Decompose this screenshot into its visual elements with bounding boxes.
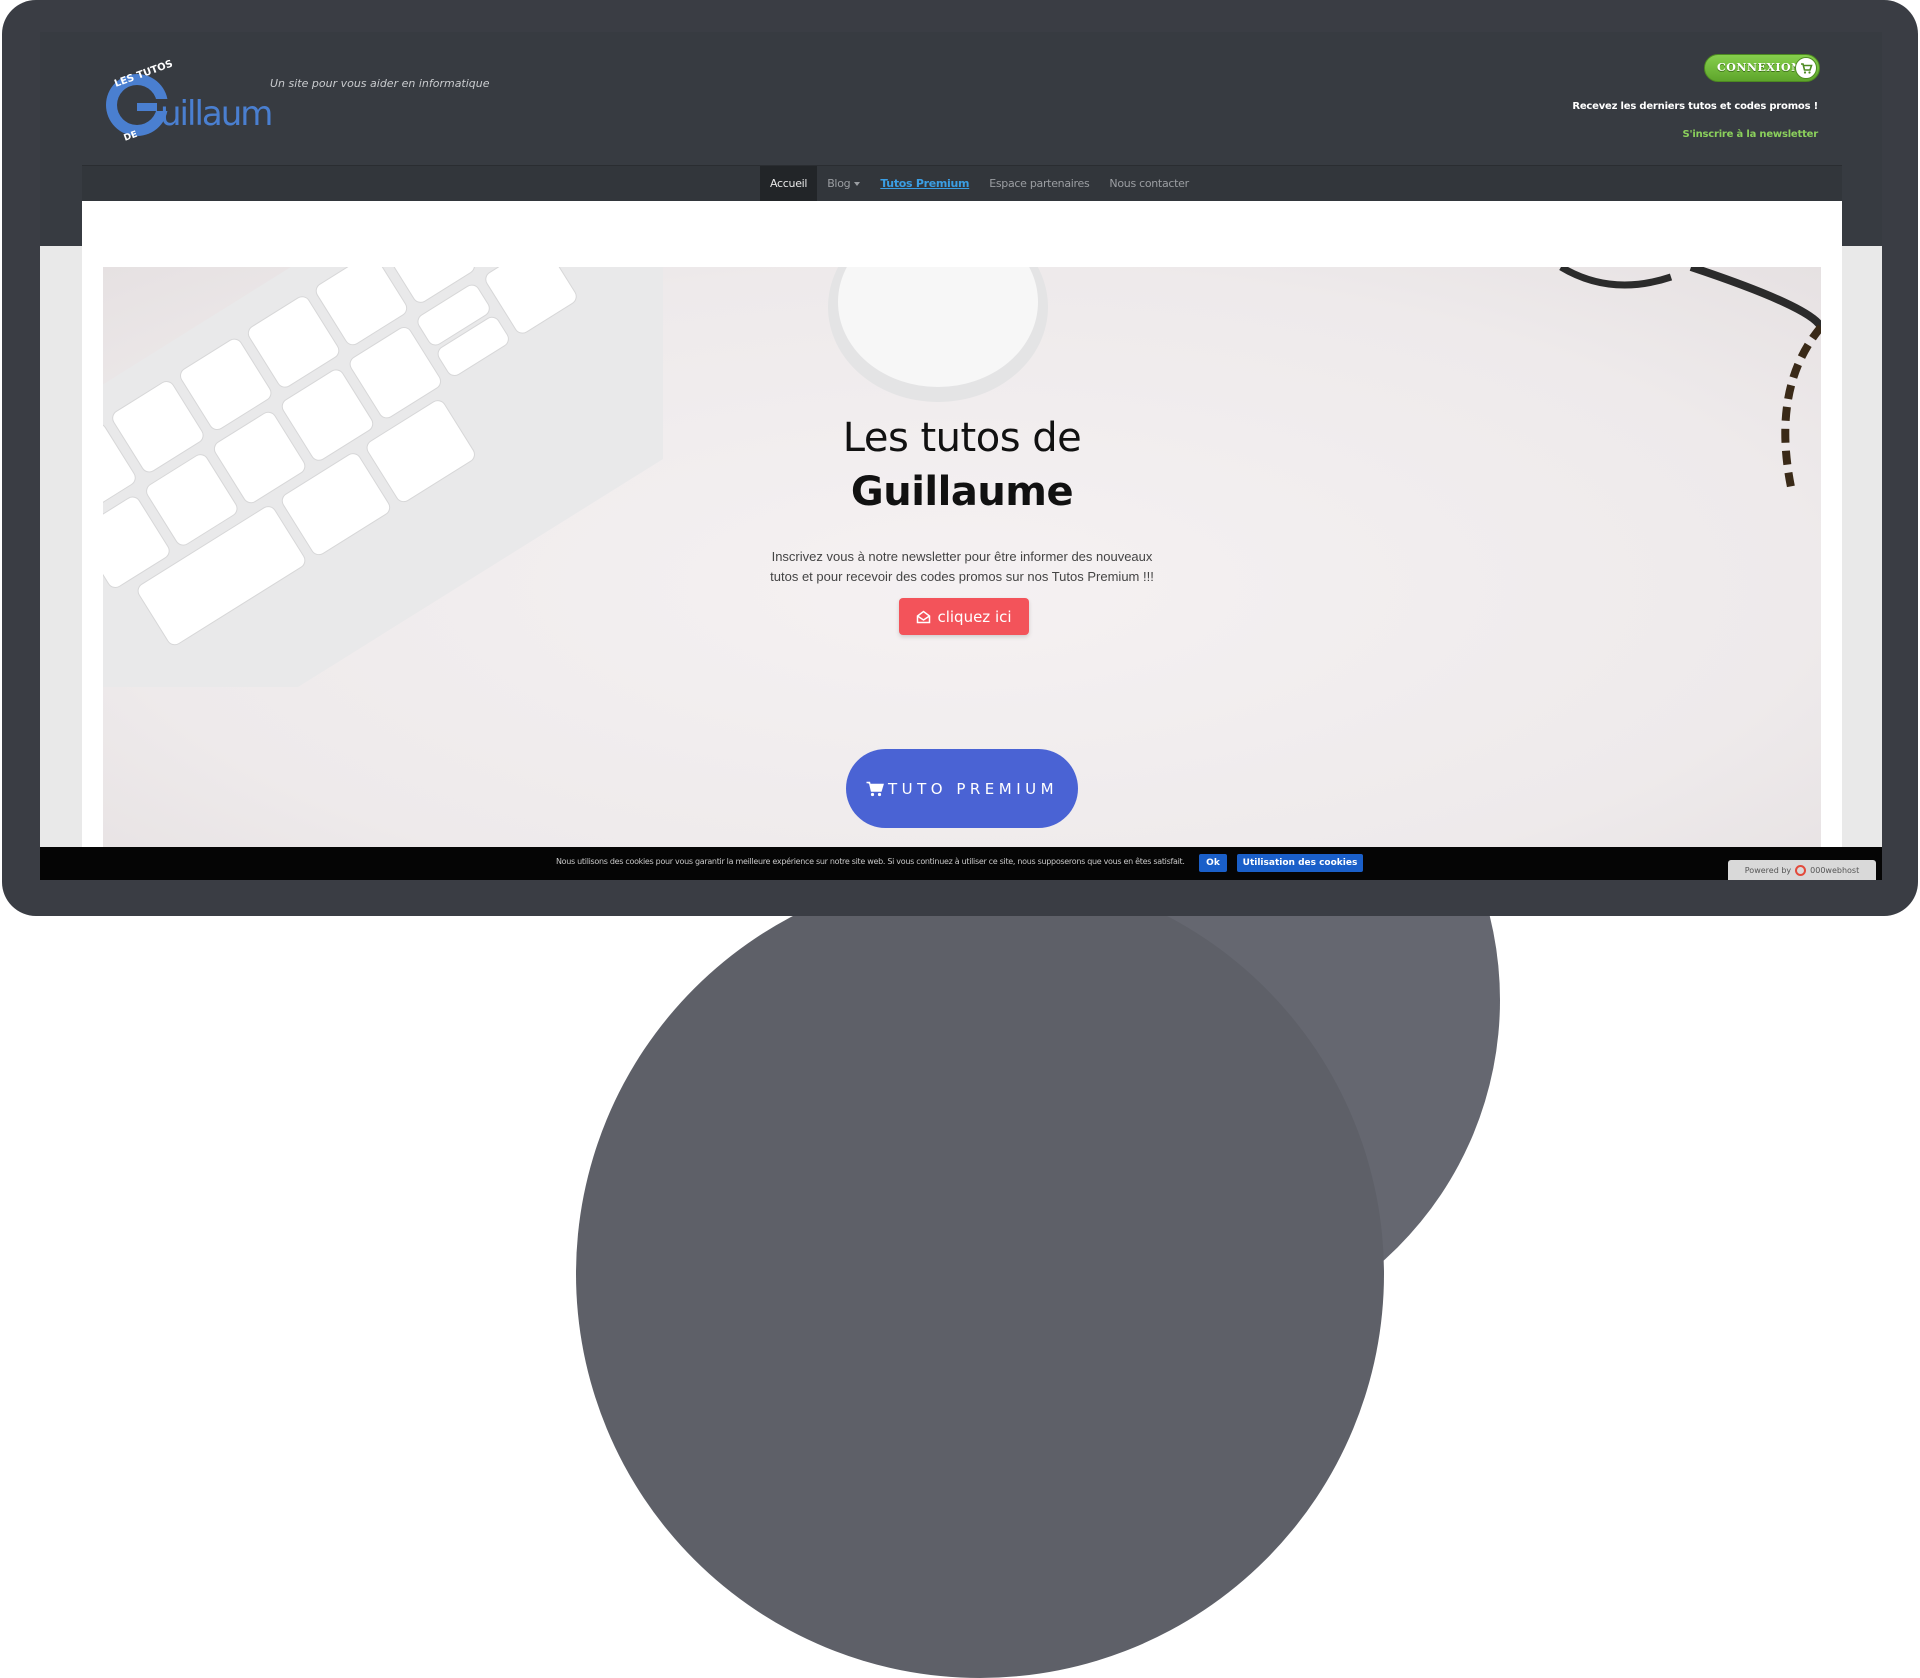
nav-item-blog-label: Blog — [827, 177, 851, 190]
connexion-label: CONNEXION — [1717, 61, 1802, 74]
tuto-premium-button[interactable]: TUTO PREMIUM — [846, 749, 1078, 828]
shopping-cart-icon — [866, 781, 884, 796]
hero-title-line1: Les tutos de — [842, 415, 1082, 461]
hero-description: Inscrivez vous à notre newsletter pour ê… — [770, 549, 1154, 584]
powered-by-badge[interactable]: Powered by 000webhost — [1728, 860, 1876, 880]
main-nav: Accueil Blog Tutos Premium Espace parten… — [82, 165, 1842, 202]
svg-text:uillaume: uillaume — [160, 94, 272, 134]
hero-banner: Les tutos de Guillaume Inscrivez vous à … — [103, 267, 1821, 880]
connexion-button[interactable]: CONNEXION — [1704, 54, 1820, 82]
envelope-open-icon — [917, 610, 931, 623]
nav-item-nous-contacter[interactable]: Nous contacter — [1099, 166, 1198, 202]
monitor-frame: uillaume LES TUTOS DE Un site pour vous … — [2, 0, 1918, 916]
newsletter-cta-label: cliquez ici — [937, 607, 1012, 626]
site-logo[interactable]: uillaume LES TUTOS DE — [102, 59, 272, 144]
nav-item-espace-partenaires[interactable]: Espace partenaires — [979, 166, 1099, 202]
mouse-image — [828, 267, 1048, 402]
nav-item-tutos-premium[interactable]: Tutos Premium — [870, 166, 979, 202]
glasses-image — [1559, 267, 1821, 488]
cookie-policy-button[interactable]: Utilisation des cookies — [1237, 854, 1363, 872]
newsletter-text: Recevez les derniers tutos et codes prom… — [1572, 101, 1818, 112]
cookie-ok-button[interactable]: Ok — [1199, 854, 1227, 872]
cookie-banner: Nous utilisons des cookies pour vous gar… — [40, 847, 1882, 880]
newsletter-cta-button[interactable]: cliquez ici — [899, 598, 1029, 635]
hero-title-line2: Guillaume — [850, 469, 1074, 515]
tuto-premium-label: TUTO PREMIUM — [887, 779, 1059, 798]
nav-item-accueil[interactable]: Accueil — [760, 166, 818, 202]
monitor-stand — [576, 870, 1384, 1678]
nav-item-blog[interactable]: Blog — [817, 166, 870, 202]
powered-by-label: Powered by — [1744, 865, 1792, 875]
host-name: 000webhost — [1810, 865, 1860, 875]
cookie-text: Nous utilisons des cookies pour vous gar… — [556, 857, 1185, 866]
browser-screen: uillaume LES TUTOS DE Un site pour vous … — [40, 32, 1882, 880]
newsletter-link[interactable]: S'inscrire à la newsletter — [1682, 129, 1818, 140]
chevron-down-icon — [854, 182, 861, 186]
cart-icon — [1795, 57, 1817, 79]
webhost-logo-icon — [1795, 864, 1807, 876]
site-tagline: Un site pour vous aider en informatique — [270, 77, 490, 90]
